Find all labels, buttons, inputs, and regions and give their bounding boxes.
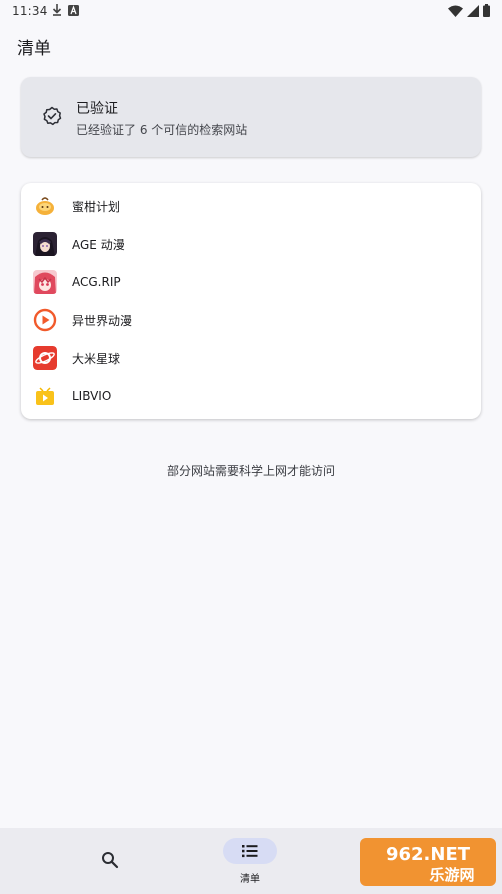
wifi-icon	[448, 5, 463, 17]
verified-card[interactable]: 已验证 已经验证了 6 个可信的检索网站	[21, 77, 481, 157]
dami-icon	[33, 346, 57, 370]
age-icon	[33, 232, 57, 256]
site-label: 蜜柑计划	[72, 199, 121, 214]
site-item-dami[interactable]: 大米星球	[21, 339, 481, 377]
watermark-logo: 962.NET 乐游网	[360, 836, 496, 888]
verified-badge-icon	[43, 106, 62, 126]
site-label: ACG.RIP	[72, 275, 121, 289]
status-left-icons	[52, 4, 79, 16]
site-label: 大米星球	[72, 351, 121, 366]
site-list-card: 蜜柑计划 AGE 动漫 ACG.RIP 异世界动漫 大米星球 LIBVIO	[21, 183, 481, 419]
site-item-isekai[interactable]: 异世界动漫	[21, 301, 481, 339]
site-label: 异世界动漫	[72, 313, 133, 328]
verified-title: 已验证	[76, 101, 118, 117]
acgrip-icon	[33, 270, 57, 294]
battery-icon	[483, 4, 490, 17]
watermark-text-top: 962.NET	[386, 844, 471, 865]
site-label: AGE 动漫	[72, 237, 125, 252]
list-icon	[242, 845, 258, 858]
libvio-icon	[33, 384, 57, 408]
page-title: 清单	[17, 39, 51, 59]
a-icon	[68, 4, 79, 16]
mikan-icon	[33, 194, 57, 218]
nav-list-button[interactable]	[223, 838, 277, 864]
site-item-age[interactable]: AGE 动漫	[21, 225, 481, 263]
download-icon	[52, 4, 62, 16]
nav-list-label: 清单	[240, 874, 260, 885]
status-right-icons	[448, 4, 490, 17]
site-label: LIBVIO	[72, 389, 112, 403]
status-time: 11:34	[12, 4, 48, 18]
site-item-mikan[interactable]: 蜜柑计划	[21, 187, 481, 225]
signal-icon	[467, 4, 479, 17]
watermark-text-bottom: 乐游网	[429, 866, 474, 884]
nav-search-button[interactable]	[86, 844, 134, 876]
site-item-libvio[interactable]: LIBVIO	[21, 377, 481, 415]
status-bar: 11:34	[0, 0, 502, 22]
network-note: 部分网站需要科学上网才能访问	[166, 464, 335, 478]
isekai-icon	[33, 308, 57, 332]
search-icon	[102, 852, 119, 869]
verified-subtitle: 已经验证了 6 个可信的检索网站	[76, 123, 248, 137]
site-item-acgrip[interactable]: ACG.RIP	[21, 263, 481, 301]
